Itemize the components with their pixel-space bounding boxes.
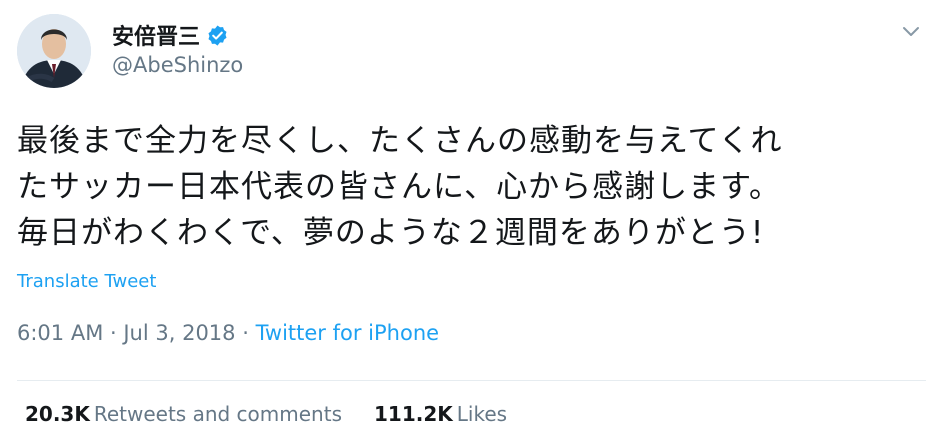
user-name-row[interactable]: 安倍晋三	[112, 19, 229, 51]
tweet-line: たサッカー日本代表の皆さんに、心から感謝します。	[17, 169, 781, 205]
display-name[interactable]: 安倍晋三	[112, 19, 200, 51]
verified-badge-icon	[206, 24, 229, 47]
divider	[17, 380, 926, 381]
tweet-line: 最後まで全力を尽くし、たくさんの感動を与えてくれ	[17, 123, 783, 159]
tweet-stats: 20.3K Retweets and comments 111.2K Likes	[25, 402, 507, 426]
chevron-down-icon[interactable]	[899, 24, 923, 40]
tweet-source-link[interactable]: Twitter for iPhone	[256, 321, 440, 345]
likes-count: 111.2K	[374, 402, 453, 426]
retweets-stat[interactable]: 20.3K Retweets and comments	[25, 402, 342, 426]
retweets-count: 20.3K	[25, 402, 90, 426]
tweet-line: 毎日がわくわくで、夢のような２週間をありがとう!	[17, 215, 765, 251]
tweet-time[interactable]: 6:01 AM	[17, 321, 103, 345]
likes-label: Likes	[456, 402, 508, 426]
user-handle[interactable]: @AbeShinzo	[112, 53, 243, 77]
avatar[interactable]	[17, 14, 91, 88]
tweet-text: 最後まで全力を尽くし、たくさんの感動を与えてくれ たサッカー日本代表の皆さんに、…	[17, 118, 927, 256]
retweets-label: Retweets and comments	[93, 402, 342, 426]
likes-stat[interactable]: 111.2K Likes	[374, 402, 507, 426]
tweet-date[interactable]: Jul 3, 2018	[123, 321, 235, 345]
translate-tweet-link[interactable]: Translate Tweet	[17, 271, 156, 292]
avatar-image	[17, 14, 91, 88]
tweet-meta: 6:01 AM · Jul 3, 2018 · Twitter for iPho…	[17, 321, 439, 345]
separator: ·	[103, 321, 124, 345]
separator: ·	[235, 321, 256, 345]
